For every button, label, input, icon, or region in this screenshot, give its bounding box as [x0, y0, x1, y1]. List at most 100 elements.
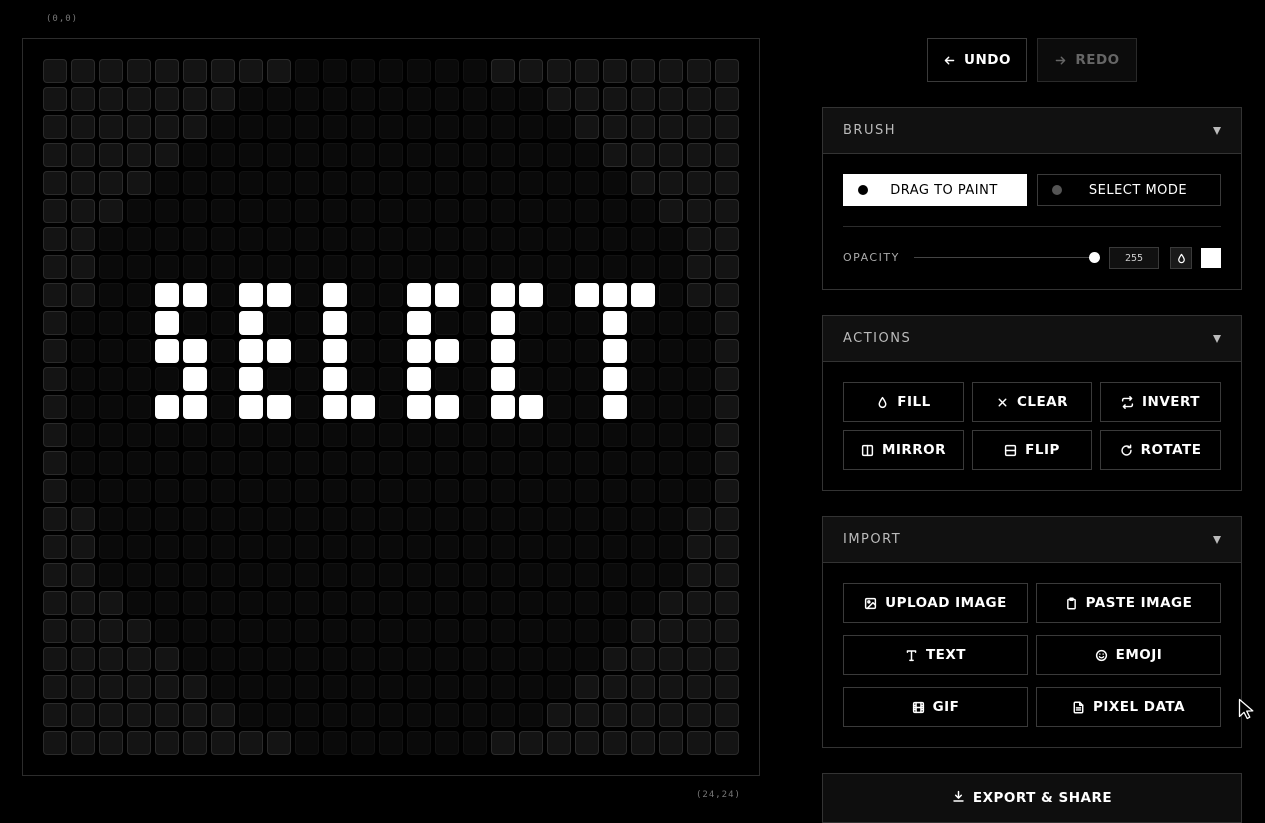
pixel-off[interactable] [323, 535, 347, 559]
pixel-off[interactable] [659, 451, 683, 475]
pixel-off[interactable] [71, 115, 95, 139]
pixel-off[interactable] [631, 339, 655, 363]
pixel-off[interactable] [71, 591, 95, 615]
pixel-off[interactable] [491, 255, 515, 279]
pixel-off[interactable] [211, 115, 235, 139]
pixel-off[interactable] [127, 339, 151, 363]
pixel-off[interactable] [659, 563, 683, 587]
pixel-off[interactable] [127, 59, 151, 83]
pixel-off[interactable] [631, 423, 655, 447]
pixel-grid[interactable] [43, 59, 740, 756]
pixel-off[interactable] [99, 731, 123, 755]
pixel-off[interactable] [183, 115, 207, 139]
pixel-off[interactable] [379, 675, 403, 699]
pixel-off[interactable] [43, 339, 67, 363]
pixel-off[interactable] [463, 479, 487, 503]
pixel-on[interactable] [239, 339, 263, 363]
pixel-off[interactable] [687, 591, 711, 615]
pixel-off[interactable] [575, 395, 599, 419]
pixel-off[interactable] [659, 255, 683, 279]
pixel-off[interactable] [491, 619, 515, 643]
pixel-on[interactable] [603, 283, 627, 307]
pixel-off[interactable] [239, 451, 263, 475]
flip-button[interactable]: FLIP [972, 430, 1092, 470]
pixel-off[interactable] [127, 423, 151, 447]
pixel-off[interactable] [435, 703, 459, 727]
pixel-off[interactable] [575, 255, 599, 279]
pixel-off[interactable] [463, 675, 487, 699]
pixel-off[interactable] [463, 731, 487, 755]
pixel-off[interactable] [155, 367, 179, 391]
pixel-off[interactable] [519, 199, 543, 223]
pixel-off[interactable] [575, 367, 599, 391]
pixel-on[interactable] [575, 283, 599, 307]
pixel-off[interactable] [491, 423, 515, 447]
pixel-off[interactable] [183, 535, 207, 559]
pixel-off[interactable] [407, 199, 431, 223]
pixel-off[interactable] [407, 479, 431, 503]
pixel-off[interactable] [99, 311, 123, 335]
pixel-on[interactable] [183, 395, 207, 419]
pixel-off[interactable] [43, 675, 67, 699]
select-mode-button[interactable]: SELECT MODE [1037, 174, 1221, 206]
pixel-on[interactable] [603, 367, 627, 391]
pixel-off[interactable] [631, 395, 655, 419]
pixel-off[interactable] [211, 255, 235, 279]
pixel-off[interactable] [379, 255, 403, 279]
pixel-off[interactable] [127, 479, 151, 503]
pixel-off[interactable] [71, 535, 95, 559]
export-share-button[interactable]: EXPORT & SHARE [822, 773, 1242, 823]
pixel-off[interactable] [547, 367, 571, 391]
pixel-off[interactable] [659, 731, 683, 755]
fill-button[interactable]: FILL [843, 382, 964, 422]
pixel-off[interactable] [715, 115, 739, 139]
pixel-off[interactable] [239, 507, 263, 531]
pixel-off[interactable] [295, 367, 319, 391]
pixel-off[interactable] [295, 423, 319, 447]
pixel-off[interactable] [267, 115, 291, 139]
pixel-off[interactable] [43, 451, 67, 475]
pixel-off[interactable] [659, 59, 683, 83]
clear-button[interactable]: CLEAR [972, 382, 1092, 422]
pixel-off[interactable] [71, 367, 95, 391]
pixel-off[interactable] [43, 283, 67, 307]
pixel-off[interactable] [379, 143, 403, 167]
pixel-off[interactable] [575, 479, 599, 503]
pixel-off[interactable] [463, 255, 487, 279]
pixel-off[interactable] [463, 367, 487, 391]
pixel-off[interactable] [435, 563, 459, 587]
pixel-off[interactable] [575, 451, 599, 475]
pixel-off[interactable] [407, 507, 431, 531]
pixel-on[interactable] [407, 395, 431, 419]
pixel-off[interactable] [295, 283, 319, 307]
pixel-off[interactable] [71, 199, 95, 223]
pixel-off[interactable] [687, 227, 711, 251]
pixel-off[interactable] [183, 199, 207, 223]
pixel-off[interactable] [99, 647, 123, 671]
pixel-off[interactable] [715, 507, 739, 531]
pixel-off[interactable] [155, 507, 179, 531]
pixel-off[interactable] [351, 199, 375, 223]
pixel-off[interactable] [575, 647, 599, 671]
pixel-off[interactable] [407, 171, 431, 195]
pixel-off[interactable] [491, 59, 515, 83]
pixel-off[interactable] [715, 171, 739, 195]
pixel-off[interactable] [239, 591, 263, 615]
brush-panel-header[interactable]: BRUSH [823, 108, 1241, 154]
pixel-off[interactable] [127, 507, 151, 531]
pixel-off[interactable] [211, 451, 235, 475]
pixel-off[interactable] [183, 227, 207, 251]
pixel-off[interactable] [407, 731, 431, 755]
pixel-off[interactable] [631, 591, 655, 615]
pixel-off[interactable] [211, 563, 235, 587]
pixel-off[interactable] [211, 227, 235, 251]
paste-image-button[interactable]: PASTE IMAGE [1036, 583, 1221, 623]
emoji-button[interactable]: EMOJI [1036, 635, 1221, 675]
pixel-off[interactable] [183, 423, 207, 447]
pixel-off[interactable] [155, 731, 179, 755]
pixel-off[interactable] [183, 59, 207, 83]
pixel-off[interactable] [323, 563, 347, 587]
pixel-off[interactable] [463, 283, 487, 307]
pixel-off[interactable] [491, 87, 515, 111]
pixel-off[interactable] [575, 591, 599, 615]
